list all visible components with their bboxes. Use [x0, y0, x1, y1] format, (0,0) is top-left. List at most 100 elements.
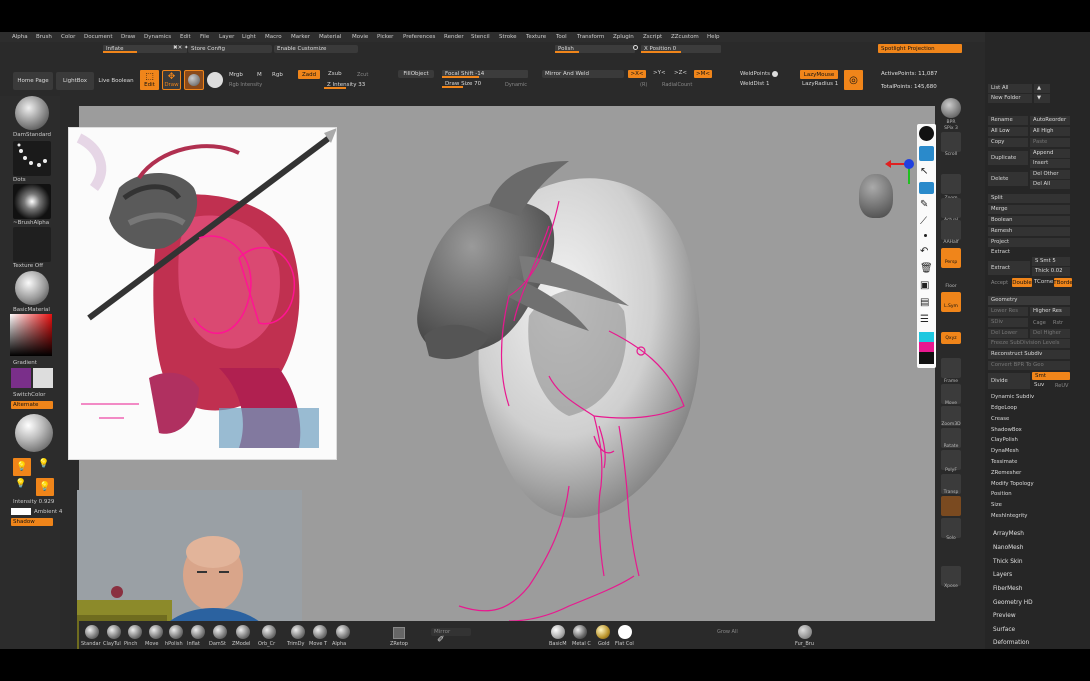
cursor-tool-icon[interactable]: ↖	[920, 166, 928, 177]
menu-item-zscript[interactable]: Zscript	[643, 34, 662, 40]
weld-points-toggle-icon[interactable]	[772, 71, 778, 77]
del-lower-button[interactable]: Del Lower	[988, 329, 1028, 338]
mirror-m-button[interactable]: >M<	[694, 70, 712, 78]
modify-topology-item[interactable]: Modify Topology	[988, 480, 1070, 489]
append-button[interactable]: Append	[1030, 149, 1070, 158]
menu-item-stencil[interactable]: Stencil	[471, 34, 490, 40]
surface-section[interactable]: Surface	[993, 627, 1015, 633]
spix-label[interactable]: SPix 3	[938, 126, 964, 131]
extract-button[interactable]: Extract	[988, 261, 1030, 275]
menu-item-draw[interactable]: Draw	[121, 34, 135, 40]
mirror-and-weld-button[interactable]: Mirror And Weld	[542, 70, 624, 78]
del-other-button[interactable]: Del Other	[1030, 170, 1070, 179]
lower-res-button[interactable]: Lower Res	[988, 307, 1028, 316]
stroke-thumbnail[interactable]	[13, 141, 51, 176]
fill-object-button[interactable]: FillObject	[398, 70, 434, 78]
zoom-icon[interactable]	[941, 174, 961, 194]
brush-3-icon[interactable]	[149, 625, 163, 639]
fur-brush-icon[interactable]	[798, 625, 812, 639]
all-high-button[interactable]: All High	[1030, 127, 1070, 136]
delete-button[interactable]: Delete	[988, 172, 1028, 186]
menu-item-color[interactable]: Color	[61, 34, 75, 40]
menu-item-document[interactable]: Document	[84, 34, 113, 40]
x-position-slider[interactable]: X Position 0	[641, 45, 721, 53]
draw-button[interactable]: ✥ Draw	[162, 70, 181, 90]
nanomesh-section[interactable]: NanoMesh	[993, 545, 1023, 551]
material-sphere-button[interactable]	[184, 70, 204, 90]
persp-icon[interactable]	[941, 248, 961, 268]
weld-dist-slider[interactable]: WeldDist 1	[740, 81, 770, 88]
split-button[interactable]: Split	[988, 194, 1070, 203]
weld-points-button[interactable]: WeldPoints	[740, 71, 770, 78]
draw-size-slider[interactable]: Draw Size 70	[442, 80, 502, 88]
rstr-button[interactable]: Rstr	[1053, 320, 1063, 326]
project-button[interactable]: Project	[988, 238, 1070, 247]
menu-item-layer[interactable]: Layer	[219, 34, 234, 40]
accept-button[interactable]: Accept	[991, 280, 1008, 286]
menu-item-zplugin[interactable]: Zplugin	[613, 34, 634, 40]
light-bulb-2-icon[interactable]: 💡	[15, 480, 26, 489]
rgb-intensity-slider[interactable]: Rgb Intensity	[229, 82, 262, 88]
position-item[interactable]: Position	[988, 490, 1070, 499]
actual-icon[interactable]	[941, 198, 961, 218]
tessimate-item[interactable]: Tessimate	[988, 458, 1070, 467]
radial-count-slider[interactable]: RadialCount	[662, 82, 692, 88]
m-button[interactable]: M	[257, 72, 262, 79]
menu-item-dynamics[interactable]: Dynamics	[144, 34, 171, 40]
rgb-button[interactable]: Rgb	[272, 72, 283, 79]
reuv-button[interactable]: ReUV	[1055, 383, 1068, 389]
smt-button[interactable]: Smt	[1032, 372, 1070, 380]
dynamesh-item[interactable]: DynaMesh	[988, 447, 1070, 456]
zadd-button[interactable]: Zadd	[298, 70, 320, 79]
grow-all-button[interactable]: Grow All	[717, 629, 738, 635]
convert-bpr-button[interactable]: Convert BPR To Geo	[988, 361, 1070, 370]
eraser-tool-icon[interactable]	[919, 182, 934, 194]
edit-button[interactable]: ⬚ Edit	[140, 70, 159, 90]
polish-slider[interactable]: Polish	[555, 45, 635, 53]
bpr-icon[interactable]	[941, 98, 961, 118]
menu-item-tool[interactable]: Tool	[556, 34, 567, 40]
basic-material-icon[interactable]	[551, 625, 565, 639]
deformation-section[interactable]: Deformation	[993, 640, 1029, 646]
dot-tool-icon[interactable]	[924, 234, 927, 237]
menu-item-material[interactable]: Material	[319, 34, 341, 40]
cage-button[interactable]: Cage	[1033, 320, 1046, 326]
fibermesh-section[interactable]: FiberMesh	[993, 586, 1022, 592]
arrow-down-button[interactable]: ▼	[1034, 94, 1050, 103]
merge-button[interactable]: Merge	[988, 205, 1070, 214]
brush-0-icon[interactable]	[85, 625, 99, 639]
higher-res-button[interactable]: Higher Res	[1030, 307, 1070, 316]
z-intensity-slider[interactable]: Z Intensity 33	[324, 81, 392, 89]
tborde-button[interactable]: TBorde	[1053, 278, 1073, 287]
freeze-subdiv-button[interactable]: Freeze SubDivision Levels	[988, 339, 1070, 348]
pen-tool-icon[interactable]: ✎	[920, 199, 928, 210]
brush-thumbnail[interactable]	[15, 96, 49, 130]
arrow-up-button[interactable]: ▲	[1034, 84, 1050, 93]
alpha-thumbnail[interactable]	[13, 184, 51, 219]
mirror-z-button[interactable]: >Z<	[674, 70, 687, 77]
ambient-swatch[interactable]	[11, 508, 31, 515]
dynamic-button[interactable]: Dynamic	[505, 82, 527, 88]
menu-item-picker[interactable]: Picker	[377, 34, 393, 40]
edgeloop-item[interactable]: EdgeLoop	[988, 404, 1070, 413]
menu-item-render[interactable]: Render	[444, 34, 464, 40]
menu-item-texture[interactable]: Texture	[526, 34, 546, 40]
trash-tool-icon[interactable]: 🗑	[920, 263, 933, 274]
color-picker[interactable]	[10, 314, 52, 356]
home-page-button[interactable]: Home Page	[13, 72, 53, 90]
zsub-button[interactable]: Zsub	[328, 71, 342, 78]
s-smt-slider[interactable]: S Smt 5	[1032, 257, 1070, 266]
all-low-button[interactable]: All Low	[988, 127, 1028, 136]
ghost-icon[interactable]	[941, 496, 961, 516]
suv-button[interactable]: Suv	[1034, 382, 1044, 389]
copy-button[interactable]: Copy	[988, 138, 1028, 147]
sdiv-slider[interactable]: SDiv	[988, 318, 1028, 327]
zcut-button[interactable]: Zcut	[357, 72, 368, 78]
auto-reorder-button[interactable]: AutoReorder	[1030, 116, 1070, 125]
brush-6-icon[interactable]	[213, 625, 227, 639]
live-boolean-button[interactable]: Live Boolean	[96, 72, 136, 90]
menu-item-marker[interactable]: Marker	[291, 34, 310, 40]
brush-4-icon[interactable]	[169, 625, 183, 639]
geometry-header[interactable]: Geometry	[988, 296, 1070, 305]
lightbulb-tool-icon[interactable]	[919, 126, 934, 141]
